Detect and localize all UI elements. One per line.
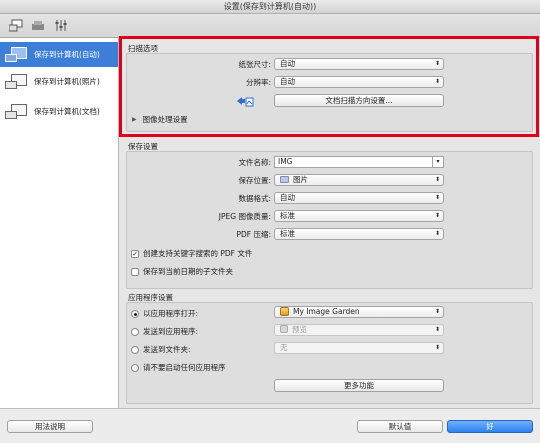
paper-size-label: 纸张尺寸: [238,60,271,69]
send-to-app-value: 预览 [292,325,307,334]
updown-arrow-icon: ⬍ [434,194,440,201]
footer-bar: 用法说明 默认值 好 [0,408,540,443]
data-format-select[interactable]: 自动 ⬍ [274,192,444,204]
checkmark-icon: ✓ [131,249,139,258]
image-processing-label: 图像处理设置 [142,115,188,124]
save-photo-icon [5,73,29,91]
image-processing-disclosure[interactable]: ▶ 图像处理设置 [132,114,188,125]
updown-arrow-icon: ⬍ [434,60,440,67]
ok-button[interactable]: 好 [447,420,533,433]
resolution-label: 分辨率: [245,78,271,87]
window-title: 设置(保存到计算机(自动)) [0,0,540,14]
file-name-value: IMG [278,157,293,166]
sidebar-item-label: 保存到计算机(照片) [34,77,100,86]
data-format-label: 数据格式: [238,194,271,203]
resolution-value: 自动 [280,77,295,86]
more-functions-button[interactable]: 更多功能 [274,379,444,392]
open-with-app-value: My Image Garden [293,307,360,316]
pdf-compression-select[interactable]: 标准 ⬍ [274,228,444,240]
defaults-button[interactable]: 默认值 [357,420,443,433]
settings-panel: 扫描选项 纸张尺寸: 自动 ⬍ 分辨率: 自动 ⬍ 文档扫描方向设置... ▶ 图像… [119,38,540,408]
toolbar [0,14,540,38]
open-with-app-select[interactable]: My Image Garden ⬍ [274,306,444,318]
file-name-field[interactable]: IMG ▾ [274,156,444,168]
jpeg-quality-label: JPEG 图像质量: [218,212,271,221]
preview-app-icon [280,325,288,333]
searchable-pdf-checkbox[interactable]: ✓ 创建支持关键字搜索的 PDF 文件 [131,248,252,259]
save-in-value: 图片 [293,175,308,184]
do-not-start-app-label: 请不要启动任何应用程序 [143,363,226,372]
save-in-label: 保存位置: [238,176,271,185]
sidebar: 保存到计算机(自动) 保存到计算机(照片) 保存到计算机(文档) [0,38,119,408]
radio-empty-icon [131,327,139,336]
date-subfolder-label: 保存到当前日期的子文件夹 [143,267,233,276]
do-not-start-app-radio[interactable]: 请不要启动任何应用程序 [131,362,226,373]
send-to-app-select[interactable]: 预览 ⬍ [274,324,444,336]
searchable-pdf-label: 创建支持关键字搜索的 PDF 文件 [143,249,253,258]
radio-empty-icon [131,363,139,372]
scan-from-panel-tab-icon[interactable] [31,18,45,32]
send-to-folder-label: 发送到文件夹: [143,345,191,354]
updown-arrow-icon: ⬍ [434,230,440,237]
save-in-select[interactable]: 图片 ⬍ [274,174,444,186]
send-to-folder-value: 无 [280,343,288,352]
updown-arrow-icon: ⬍ [434,78,440,85]
general-settings-tab-icon[interactable] [54,18,68,32]
paper-size-value: 自动 [280,59,295,68]
scan-from-computer-tab-icon[interactable] [9,18,23,32]
checkbox-empty-icon [131,267,139,276]
data-format-value: 自动 [280,193,295,202]
scan-orientation-button[interactable]: 文档扫描方向设置... [274,94,444,107]
sidebar-item-label: 保存到计算机(文档) [34,107,100,116]
updown-arrow-icon: ⬍ [434,326,440,333]
sidebar-item-save-document[interactable]: 保存到计算机(文档) [0,99,118,124]
jpeg-quality-select[interactable]: 标准 ⬍ [274,210,444,222]
open-with-app-radio[interactable]: 以应用程序打开: [131,308,198,319]
updown-arrow-icon: ⬍ [434,344,440,351]
sidebar-item-label: 保存到计算机(自动) [34,50,100,59]
jpeg-quality-value: 标准 [280,211,295,220]
date-subfolder-checkbox[interactable]: 保存到当前日期的子文件夹 [131,266,233,277]
disclosure-triangle-icon: ▶ [132,116,137,123]
resolution-select[interactable]: 自动 ⬍ [274,76,444,88]
pdf-compression-value: 标准 [280,229,295,238]
my-image-garden-icon [280,307,289,316]
send-to-folder-select[interactable]: 无 ⬍ [274,342,444,354]
radio-empty-icon [131,345,139,354]
send-to-app-label: 发送到应用程序: [143,327,199,336]
send-to-folder-radio[interactable]: 发送到文件夹: [131,344,191,355]
save-to-computer-icon [5,46,29,64]
help-button[interactable]: 用法说明 [7,420,93,433]
sidebar-item-save-photo[interactable]: 保存到计算机(照片) [0,69,118,94]
folder-icon [280,176,289,183]
pdf-compression-label: PDF 压缩: [236,230,271,239]
updown-arrow-icon: ⬍ [434,308,440,315]
file-name-label: 文件名称: [238,158,271,167]
paper-size-select[interactable]: 自动 ⬍ [274,58,444,70]
open-with-app-label: 以应用程序打开: [143,309,199,318]
scan-orientation-icon [236,96,254,109]
save-document-icon [5,103,29,121]
dropdown-arrow-icon[interactable]: ▾ [432,157,443,167]
radio-selected-icon [131,309,139,318]
updown-arrow-icon: ⬍ [434,176,440,183]
updown-arrow-icon: ⬍ [434,212,440,219]
send-to-app-radio[interactable]: 发送到应用程序: [131,326,198,337]
sidebar-item-save-auto[interactable]: 保存到计算机(自动) [0,42,118,67]
